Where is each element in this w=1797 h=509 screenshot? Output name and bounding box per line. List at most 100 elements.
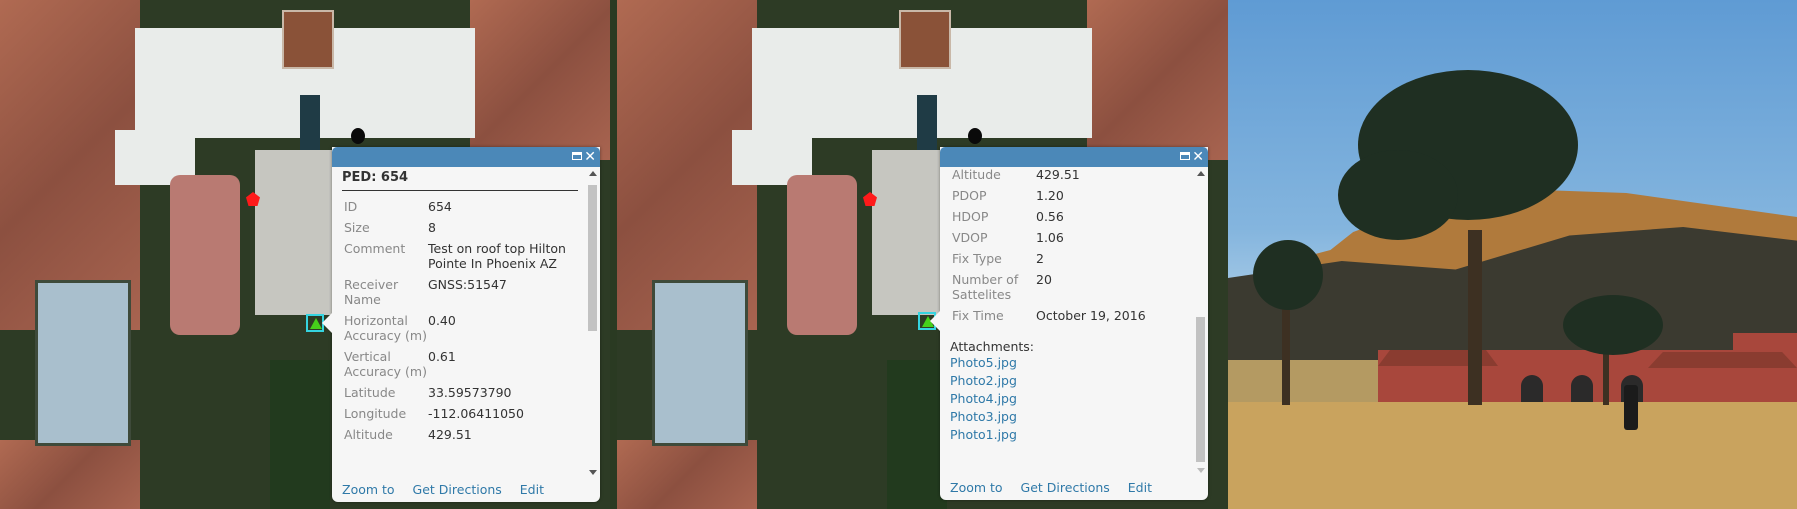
attribute-row: Fix Type 2 [950, 249, 1188, 270]
attribute-row: HDOP 0.56 [950, 207, 1188, 228]
chimney [282, 10, 334, 69]
close-icon[interactable]: ✕ [584, 149, 596, 165]
attribute-value: GNSS:51547 [428, 277, 507, 292]
popup-body: Altitude 429.51 PDOP 1.20 HDOP 0.56 VDOP 1.0… [940, 167, 1208, 477]
vegetation [887, 360, 947, 509]
attribute-label: Horizontal Accuracy (m) [344, 313, 427, 343]
stucco-wall [1228, 402, 1797, 509]
popup-scrollbar[interactable] [587, 167, 598, 479]
palm-trunk [1468, 230, 1482, 405]
attachments-heading: Attachments: [950, 339, 1035, 354]
attribute-row: Longitude -112.06411050 [342, 404, 580, 425]
attribute-row: Vertical Accuracy (m) 0.61 [342, 347, 580, 383]
roof [1087, 0, 1228, 160]
attribute-value: 0.61 [428, 349, 456, 364]
attribute-row: Altitude 429.51 [950, 167, 1188, 186]
scroll-up-arrow-icon[interactable] [589, 171, 597, 176]
attribute-value: 1.06 [1036, 230, 1064, 245]
building-roof [1648, 352, 1797, 368]
attribute-label: Longitude [344, 406, 407, 421]
maximize-icon[interactable] [572, 152, 582, 160]
map-view-left[interactable]: ✕ PED: 654 ID 654 Size 8 Comment Test on ro… [0, 0, 610, 509]
attribute-label: Number of Sattelites [952, 272, 1019, 302]
popup-header: ✕ [332, 147, 600, 167]
patio [255, 150, 335, 315]
attribute-row: Comment Test on roof top Hilton Pointe In… [342, 239, 580, 275]
scrollbar-thumb[interactable] [1196, 317, 1205, 462]
palm-fronds [1338, 150, 1458, 240]
roof [0, 440, 140, 509]
attribute-value: 429.51 [1036, 167, 1080, 182]
skylight [300, 95, 320, 150]
attribute-row: VDOP 1.06 [950, 228, 1188, 249]
zoom-to-link[interactable]: Zoom to [342, 482, 395, 497]
edit-link[interactable]: Edit [1128, 480, 1152, 495]
popup-pointer [322, 313, 332, 333]
dark-object [351, 128, 365, 144]
attribute-row: Size 8 [342, 218, 580, 239]
attribute-value: 2 [1036, 251, 1044, 266]
attribute-label: Altitude [344, 427, 393, 442]
palm-fronds [1253, 240, 1323, 310]
attachment-link[interactable]: Photo2.jpg [950, 372, 1188, 390]
scroll-up-arrow-icon[interactable] [1197, 171, 1205, 176]
courtyard [170, 175, 240, 335]
attribute-value: -112.06411050 [428, 406, 524, 421]
map-view-right[interactable]: ✕ Altitude 429.51 PDOP 1.20 HDOP 0.56 VDOP 1… [617, 0, 1228, 509]
close-icon[interactable]: ✕ [1192, 149, 1204, 165]
popup-actions: Zoom to Get Directions Edit [332, 479, 600, 502]
popup-actions: Zoom to Get Directions Edit [940, 477, 1208, 500]
maximize-icon[interactable] [1180, 152, 1190, 160]
scrollbar-thumb[interactable] [588, 185, 597, 331]
attribute-label: ID [344, 199, 358, 214]
bollard [1624, 385, 1638, 430]
popup-pointer [930, 311, 940, 331]
attribute-row: Fix Time October 19, 2016 [950, 306, 1188, 327]
scroll-down-arrow-icon[interactable] [589, 470, 597, 475]
attribute-table: ID 654 Size 8 Comment Test on roof top Hilt… [342, 197, 580, 446]
scroll-down-arrow-icon[interactable] [1197, 468, 1205, 473]
attachment-photo [1228, 0, 1797, 509]
attribute-value: October 19, 2016 [1036, 308, 1146, 323]
attachment-link[interactable]: Photo1.jpg [950, 426, 1188, 444]
attribute-row: Altitude 429.51 [342, 425, 580, 446]
attribute-value: 1.20 [1036, 188, 1064, 203]
attribute-row: ID 654 [342, 197, 580, 218]
feature-popup-right: ✕ Altitude 429.51 PDOP 1.20 HDOP 0.56 VDOP 1… [930, 147, 1208, 500]
attachment-link[interactable]: Photo4.jpg [950, 390, 1188, 408]
attribute-value: 0.56 [1036, 209, 1064, 224]
attribute-label: VDOP [952, 230, 988, 245]
pool [652, 280, 748, 446]
popup-scrollbar[interactable] [1195, 167, 1206, 477]
attribute-table: Altitude 429.51 PDOP 1.20 HDOP 0.56 VDOP 1.0… [950, 167, 1188, 327]
attribute-row: Number of Sattelites 20 [950, 270, 1188, 306]
chimney [899, 10, 951, 69]
arch [1571, 375, 1593, 405]
attribute-label: Comment [344, 241, 406, 256]
attachments-list: Photo5.jpg Photo2.jpg Photo4.jpg Photo3.… [950, 354, 1188, 444]
courtyard [787, 175, 857, 335]
attribute-value: 429.51 [428, 427, 472, 442]
get-directions-link[interactable]: Get Directions [1021, 480, 1110, 495]
edit-link[interactable]: Edit [520, 482, 544, 497]
arch [1521, 375, 1543, 405]
attribute-row: Receiver Name GNSS:51547 [342, 275, 580, 311]
attachment-link[interactable]: Photo3.jpg [950, 408, 1188, 426]
feature-popup-left: ✕ PED: 654 ID 654 Size 8 Comment Test on ro… [322, 147, 600, 502]
attribute-value: Test on roof top Hilton Pointe In Phoeni… [428, 241, 566, 271]
attachment-link[interactable]: Photo5.jpg [950, 354, 1188, 372]
attribute-value: 8 [428, 220, 436, 235]
skylight [917, 95, 937, 150]
wall [1228, 360, 1378, 405]
attribute-label: Latitude [344, 385, 396, 400]
attribute-label: HDOP [952, 209, 989, 224]
palm-fronds [1563, 295, 1663, 355]
attribute-label: PDOP [952, 188, 987, 203]
attribute-value: 0.40 [428, 313, 456, 328]
popup-title: PED: 654 [342, 167, 578, 191]
get-directions-link[interactable]: Get Directions [413, 482, 502, 497]
dark-object [968, 128, 982, 144]
pool [35, 280, 131, 446]
attribute-row: Latitude 33.59573790 [342, 383, 580, 404]
zoom-to-link[interactable]: Zoom to [950, 480, 1003, 495]
